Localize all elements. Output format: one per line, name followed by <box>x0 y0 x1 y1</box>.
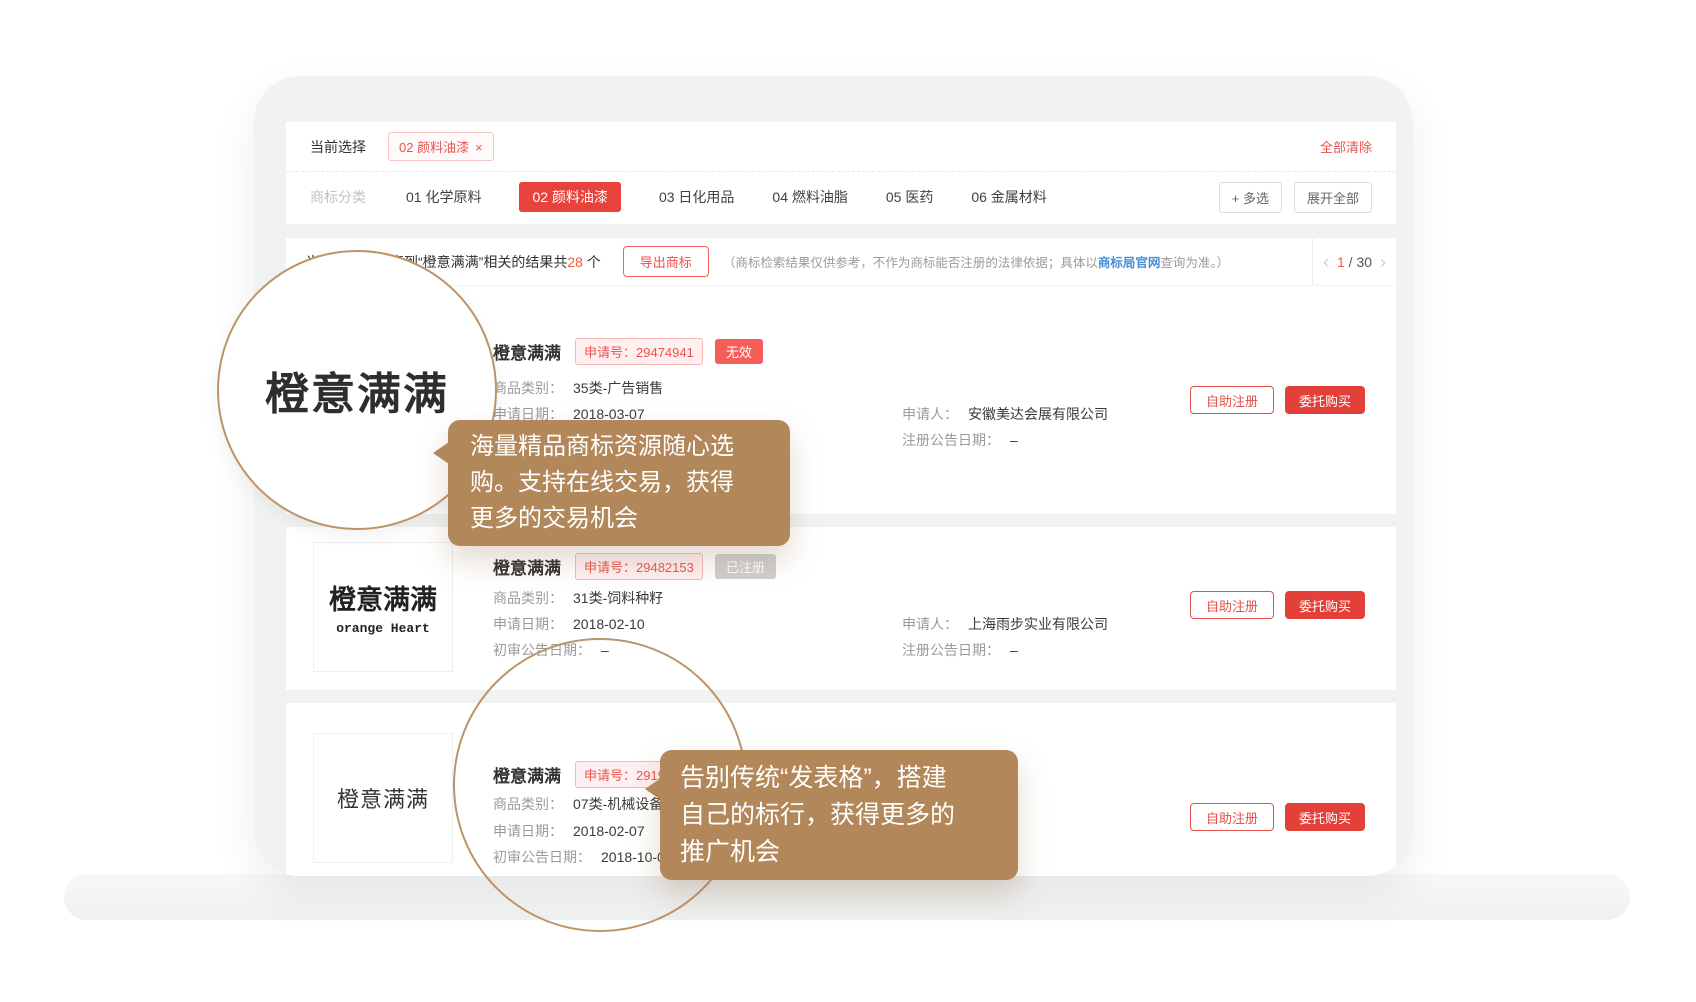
status-badge: 无效 <box>715 339 763 364</box>
next-page-icon[interactable]: › <box>1380 253 1386 271</box>
category-line: 商品类别： 31类-饲料种籽 <box>493 588 663 608</box>
trademark-image: 橙意满满 orange Heart <box>313 542 453 672</box>
reg-publication-value: – <box>1010 432 1018 448</box>
entrust-buy-button[interactable]: 委托购买 <box>1285 803 1365 831</box>
application-number-badge: 申请号：29482153 <box>575 553 703 580</box>
trademark-name: 橙意满满 <box>493 339 561 364</box>
current-selection-label: 当前选择 <box>310 137 366 157</box>
apply-date-value: 2018-02-10 <box>573 616 645 632</box>
category-field-label: 商品类别： <box>493 590 563 606</box>
disclaimer-suffix: 查询为准。） <box>1160 256 1229 270</box>
page-indicator: 1 / 30 <box>1337 254 1372 270</box>
selected-filter-tag-label: 02 颜料油漆 <box>399 140 469 155</box>
laptop-base <box>64 874 1630 920</box>
clear-all-link[interactable]: 全部清除 <box>1320 137 1372 156</box>
tab-04-fuel[interactable]: 04 燃料油脂 <box>772 187 847 207</box>
trademark-image: 橙意满满 <box>313 733 453 863</box>
callout-arrow-left-icon <box>645 778 661 800</box>
apply-date-label: 申请日期： <box>493 616 563 632</box>
trademark-office-link[interactable]: 商标局官网 <box>1098 256 1161 270</box>
result-title-line: 橙意满满 申请号：29474941 无效 <box>493 338 763 365</box>
status-badge: 已注册 <box>715 554 776 579</box>
applicant-value: 安徽美达会展有限公司 <box>968 406 1108 422</box>
trademark-image-subtext: orange Heart <box>336 621 430 636</box>
current-selection-row: 当前选择 02 颜料油漆 × 全部清除 <box>286 122 1396 172</box>
tab-01-chemical[interactable]: 01 化学原料 <box>406 187 481 207</box>
callout-promo-tooltip: 告别传统“发表格”，搭建 自己的标行，获得更多的 推广机会 <box>660 750 1018 880</box>
category-tabs: 01 化学原料 02 颜料油漆 03 日化用品 04 燃料油脂 05 医药 06… <box>406 182 1047 212</box>
applicant-label: 申请人： <box>902 616 958 632</box>
callout-text-line: 告别传统“发表格”，搭建 <box>680 760 998 797</box>
trademark-name: 橙意满满 <box>493 554 561 579</box>
applicant-label: 申请人： <box>902 406 958 422</box>
prev-page-icon[interactable]: ‹ <box>1323 253 1329 271</box>
category-field-label: 商品类别： <box>493 380 563 396</box>
current-page: 1 <box>1337 254 1345 270</box>
page: 当前选择 02 颜料油漆 × 全部清除 商标分类 01 化学原料 02 颜料油漆 … <box>0 0 1696 1002</box>
reg-publication-label: 注册公告日期： <box>902 432 1000 448</box>
multi-select-button[interactable]: + 多选 <box>1219 182 1282 213</box>
reg-publication-value: – <box>1010 642 1018 658</box>
results-header: 当前分类共检索到“橙意满满”相关的结果共28 个 导出商标 （商标检索结果仅供参… <box>286 238 1396 286</box>
applicant-value: 上海雨步实业有限公司 <box>968 616 1108 632</box>
category-label: 商标分类 <box>310 187 366 207</box>
magnified-trademark-text: 橙意满满 <box>265 358 449 422</box>
category-value: 31类-饲料种籽 <box>573 590 663 606</box>
total-pages: 30 <box>1356 254 1372 270</box>
export-trademark-button[interactable]: 导出商标 <box>623 246 709 277</box>
disclaimer-prefix: （商标检索结果仅供参考，不作为商标能否注册的法律依据；具体以 <box>723 256 1098 270</box>
tab-05-medicine[interactable]: 05 医药 <box>886 187 933 207</box>
reg-publication-label: 注册公告日期： <box>902 642 1000 658</box>
disclaimer-text: （商标检索结果仅供参考，不作为商标能否注册的法律依据；具体以商标局官网查询为准。… <box>723 252 1229 271</box>
expand-all-button[interactable]: 展开全部 <box>1294 182 1372 213</box>
results-count: 28 <box>567 254 583 270</box>
entrust-buy-button[interactable]: 委托购买 <box>1285 591 1365 619</box>
tab-06-metal[interactable]: 06 金属材料 <box>971 187 1046 207</box>
category-value: 35类-广告销售 <box>573 380 663 396</box>
page-separator: / <box>1345 254 1357 270</box>
selected-filter-tag[interactable]: 02 颜料油漆 × <box>388 132 494 161</box>
trademark-image-text: 橙意满满 <box>337 782 429 814</box>
self-register-button[interactable]: 自助注册 <box>1190 591 1274 619</box>
tab-03-daily-chem[interactable]: 03 日化用品 <box>659 187 734 207</box>
result-title-line: 橙意满满 申请号：29482153 已注册 <box>493 553 776 580</box>
tag-close-icon[interactable]: × <box>475 140 483 155</box>
entrust-buy-button[interactable]: 委托购买 <box>1285 386 1365 414</box>
tab-02-paint-selected[interactable]: 02 颜料油漆 <box>519 182 620 212</box>
category-line: 商品类别： 35类-广告销售 <box>493 378 663 398</box>
pagination: ‹ 1 / 30 › <box>1312 238 1396 285</box>
filter-panel: 当前选择 02 颜料油漆 × 全部清除 商标分类 01 化学原料 02 颜料油漆 … <box>286 122 1396 224</box>
callout-text-line: 自己的标行，获得更多的 <box>680 797 998 834</box>
application-number-badge: 申请号：29474941 <box>575 338 703 365</box>
category-row: 商标分类 01 化学原料 02 颜料油漆 03 日化用品 04 燃料油脂 05 … <box>286 172 1396 222</box>
callout-text-line: 海量精品商标资源随心选 <box>470 429 768 465</box>
callout-text-line: 推广机会 <box>680 834 998 871</box>
callout-arrow-left-icon <box>433 442 449 464</box>
callout-trade-tooltip: 海量精品商标资源随心选 购。支持在线交易，获得 更多的交易机会 <box>448 420 790 546</box>
callout-text-line: 购。支持在线交易，获得 <box>470 465 768 501</box>
apply-date-line: 申请日期：2018-02-10 申请人：上海雨步实业有限公司 <box>493 614 645 634</box>
result-row: 橙意满满 orange Heart 橙意满满 申请号：29482153 已注册 … <box>286 527 1396 690</box>
trademark-image-text: 橙意满满 <box>329 578 437 617</box>
self-register-button[interactable]: 自助注册 <box>1190 386 1274 414</box>
callout-text-line: 更多的交易机会 <box>470 501 768 537</box>
summary-suffix: 个 <box>583 254 601 270</box>
self-register-button[interactable]: 自助注册 <box>1190 803 1274 831</box>
